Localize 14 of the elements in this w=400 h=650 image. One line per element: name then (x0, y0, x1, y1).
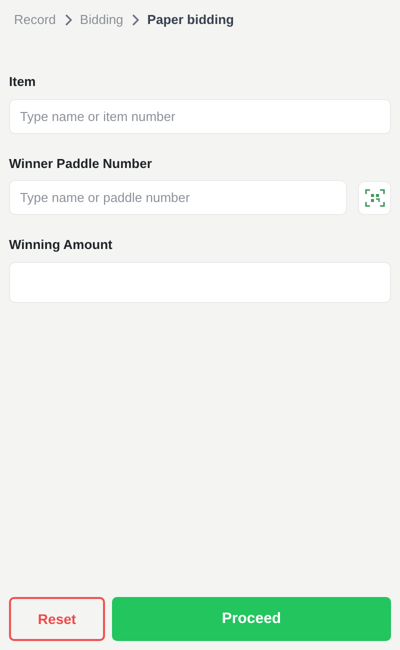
scan-button[interactable] (358, 180, 391, 214)
breadcrumb-item[interactable]: Record (14, 10, 56, 30)
field-label: Winning Amount (9, 236, 114, 254)
qr-scan-icon (364, 188, 384, 208)
action-button[interactable]: Reset (9, 597, 105, 641)
chevron-right-icon (131, 14, 140, 26)
chevron-right-icon (64, 14, 72, 26)
input-field[interactable]: Type name or paddle number (9, 180, 347, 215)
action-button[interactable]: Proceed (112, 597, 391, 641)
input-field[interactable]: Type name or item number (9, 98, 391, 134)
field-label: Winner Paddle Number (9, 154, 153, 172)
breadcrumb-item: Paper bidding (147, 11, 234, 30)
breadcrumb-item[interactable]: Bidding (80, 10, 124, 30)
field-label: Item (9, 73, 37, 91)
